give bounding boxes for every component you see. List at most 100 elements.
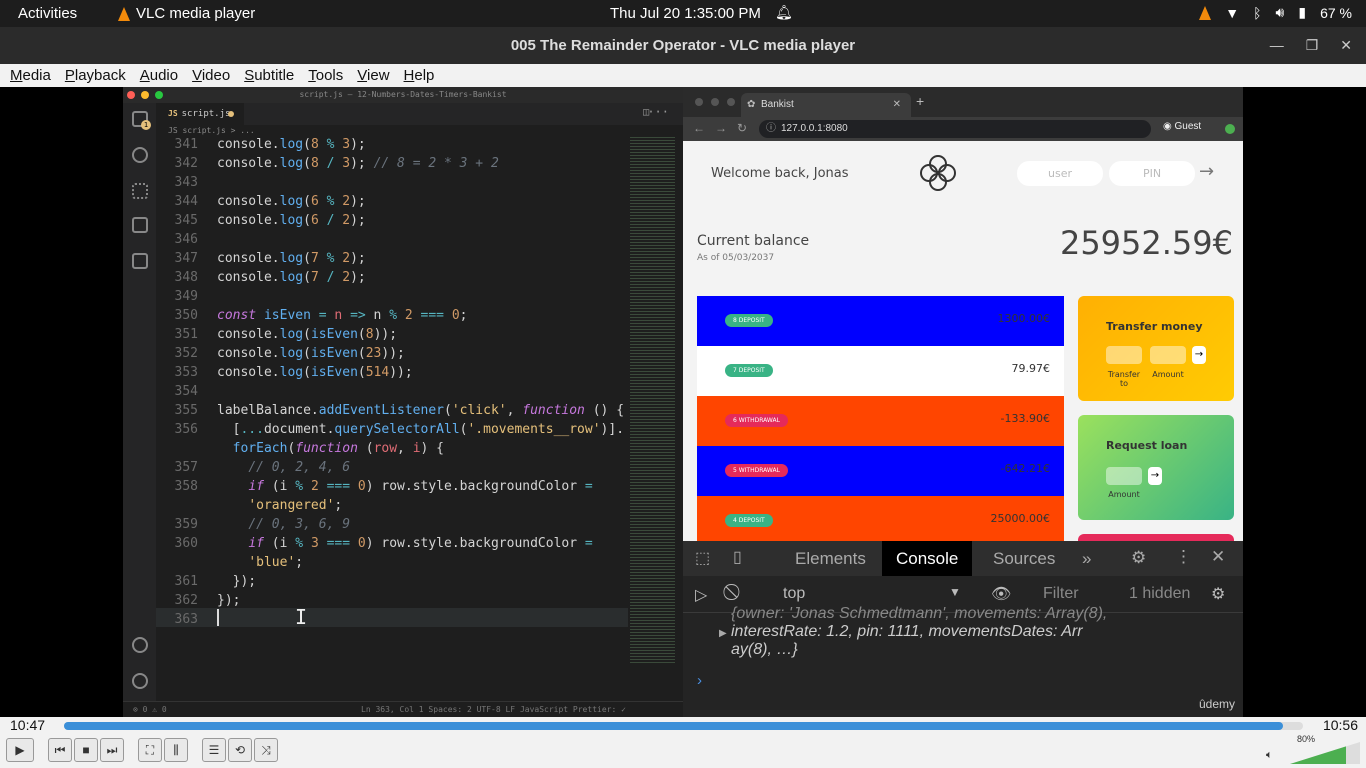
system-tray[interactable]: ▼ ᛒ 🔊︎ ▮ 67 % <box>1199 4 1352 21</box>
code-line: console.log(isEven(23)); <box>217 346 405 361</box>
login-button: → <box>1199 161 1215 182</box>
browser-tab-title: Bankist <box>761 99 794 110</box>
vlc-tray-icon[interactable] <box>1199 5 1212 20</box>
app-menu[interactable]: VLC media player <box>118 5 255 22</box>
code-line: 'blue'; <box>248 555 304 570</box>
editor-minimize-icon <box>141 91 149 99</box>
activities-button[interactable]: Activities <box>18 5 77 22</box>
window-title: 005 The Remainder Operator - VLC media p… <box>510 37 856 54</box>
code-line: }); <box>217 593 241 608</box>
minimize-icon[interactable]: — <box>1270 27 1284 64</box>
transfer-amount-input <box>1150 346 1186 364</box>
line-number: 358 <box>174 479 198 494</box>
line-number: 344 <box>174 194 198 209</box>
run-debug-icon <box>132 217 148 233</box>
code-line: if (i % 2 === 0) row.style.backgroundCol… <box>248 479 593 494</box>
menu-subtitle[interactable]: Subtitle <box>244 67 294 84</box>
bankist-favicon-icon: ✿ <box>747 99 756 110</box>
play-button[interactable]: ▶ <box>6 738 34 762</box>
search-icon <box>132 147 148 163</box>
volume-slider[interactable] <box>1290 742 1360 764</box>
problems-status: ⊗ 0 ⚠ 0 <box>133 705 167 714</box>
fullscreen-button[interactable]: ⛶ <box>138 738 162 762</box>
movement-amount: -642.21€ <box>1000 462 1050 475</box>
editor-title: script.js — 12-Numbers-Dates-Timers-Bank… <box>123 87 683 103</box>
loan-amount-label: Amount <box>1108 490 1140 499</box>
clock[interactable]: Thu Jul 20 1:35:00 PM <box>610 5 761 22</box>
vlc-cone-icon <box>118 6 130 21</box>
devtools-tabs: ⬚ ▯ Elements Console Sources » ⚙ ⋮ ✕ <box>683 541 1243 576</box>
maximize-icon[interactable]: ❐ <box>1306 27 1319 64</box>
speaker-icon[interactable]: 🔈︎ <box>1266 749 1273 762</box>
browser-close-dot <box>695 98 703 106</box>
code-line: forEach(function (row, i) { <box>232 441 445 456</box>
previous-button[interactable]: ⏮ <box>48 738 72 762</box>
loan-title: Request loan <box>1106 439 1188 452</box>
movement-row: 6 WITHDRAWAL -133.90€ <box>697 396 1064 446</box>
shuffle-button[interactable]: ⤨ <box>254 738 278 762</box>
code-line: [...document.querySelectorAll('.movement… <box>217 422 625 437</box>
transfer-to-label: Transfer to <box>1107 370 1141 388</box>
line-number: 361 <box>174 574 198 589</box>
line-number: 360 <box>174 536 198 551</box>
site-info-icon: ⓘ <box>766 123 776 134</box>
console-filter-input: Filter <box>1043 585 1079 602</box>
next-button[interactable]: ⏭ <box>100 738 124 762</box>
total-time[interactable]: 10:56 <box>1323 717 1358 733</box>
movement-amount: 79.97€ <box>1011 362 1051 375</box>
close-icon[interactable]: ✕ <box>1340 27 1352 64</box>
menu-tools[interactable]: Tools <box>308 67 343 84</box>
balance-date: As of 05/03/2037 <box>697 253 775 263</box>
live-expression-eye-icon: 👁︎ <box>991 586 1012 603</box>
line-number: 343 <box>174 175 198 190</box>
stop-button[interactable]: ■ <box>74 738 98 762</box>
js-file-icon: JS <box>168 109 178 118</box>
line-number: 357 <box>174 460 198 475</box>
more-actions-icon: ··· <box>647 105 669 119</box>
line-number: 363 <box>174 612 198 627</box>
code-line: console.log(isEven(8)); <box>217 327 398 342</box>
login-user-input: user <box>1017 161 1103 186</box>
line-number: 353 <box>174 365 198 380</box>
movement-row: 8 DEPOSIT 1300.00€ <box>697 296 1064 346</box>
line-number: 354 <box>174 384 198 399</box>
playlist-button[interactable]: ☰ <box>202 738 226 762</box>
transfer-card: Transfer money → Transfer to Amount <box>1078 296 1234 401</box>
explorer-badge: 1 <box>141 120 151 130</box>
editor-close-icon <box>127 91 135 99</box>
movement-amount: -133.90€ <box>1000 412 1050 425</box>
context-dropdown-icon: ▼ <box>949 585 961 599</box>
menu-playback[interactable]: Playback <box>65 67 126 84</box>
cursor-position-status: Ln 363, Col 1 Spaces: 2 UTF-8 LF JavaScr… <box>361 705 626 714</box>
code-line: console.log(8 % 3); <box>217 137 366 152</box>
code-line: console.log(7 / 2); <box>217 270 366 285</box>
minimap <box>630 135 675 665</box>
tab-script-js: JS script.js <box>156 103 244 125</box>
extended-settings-button[interactable]: ⫼ <box>164 738 188 762</box>
seek-slider[interactable] <box>64 722 1303 730</box>
welcome-message: Welcome back, Jonas <box>711 166 849 181</box>
line-number: 362 <box>174 593 198 608</box>
devtools-close-icon: ✕ <box>1211 547 1226 566</box>
movement-type-badge: 4 DEPOSIT <box>725 514 773 527</box>
menu-video[interactable]: Video <box>192 67 230 84</box>
menu-view[interactable]: View <box>357 67 389 84</box>
transfer-button: → <box>1192 346 1206 364</box>
line-number: 350 <box>174 308 198 323</box>
console-prompt: › <box>697 672 702 689</box>
seek-progress <box>64 722 1284 730</box>
movement-row: 7 DEPOSIT 79.97€ <box>697 346 1064 396</box>
menu-audio[interactable]: Audio <box>140 67 178 84</box>
bluetooth-icon: ᛒ <box>1253 4 1262 21</box>
inspect-icon: ⬚ <box>695 550 711 567</box>
elapsed-time: 10:47 <box>10 717 46 733</box>
menu-media[interactable]: Media <box>10 67 51 84</box>
loop-button[interactable]: ⟲ <box>228 738 252 762</box>
code-line: // 0, 3, 6, 9 <box>248 517 351 532</box>
menu-help[interactable]: Help <box>404 67 435 84</box>
editor-tabs: JS script.js ◫ ··· <box>156 103 683 125</box>
loan-amount-input <box>1106 467 1142 485</box>
text-cursor <box>217 609 219 626</box>
code-editor: script.js — 12-Numbers-Dates-Timers-Bank… <box>123 87 683 717</box>
new-tab-icon: + <box>916 93 925 109</box>
